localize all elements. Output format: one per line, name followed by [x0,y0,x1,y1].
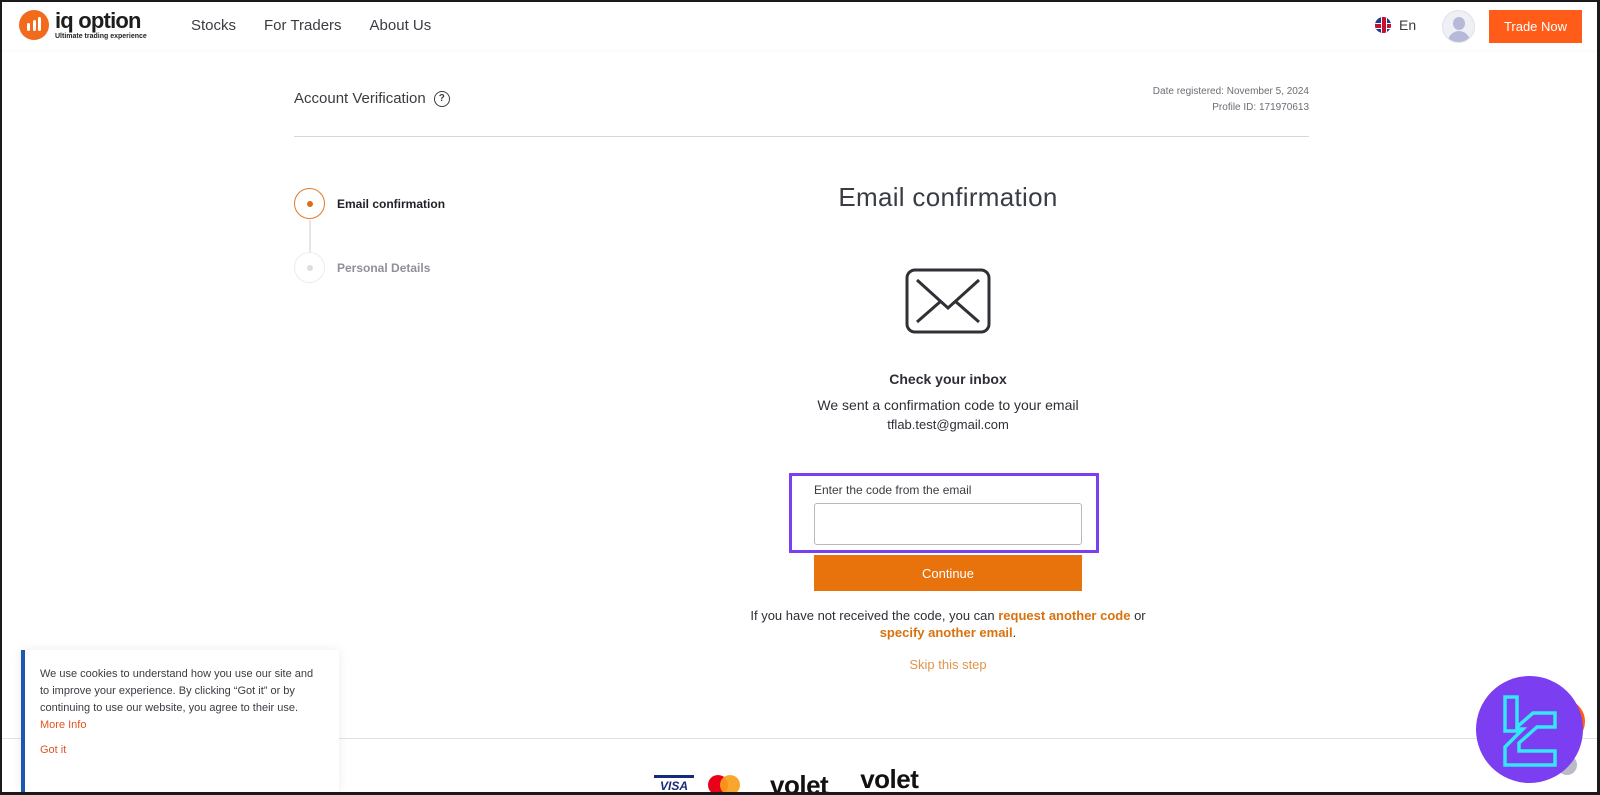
volet-logo: volet [770,770,829,792]
trade-now-button[interactable]: Trade Now [1489,10,1582,43]
mastercard-logo [708,775,740,792]
step-personal-details: Personal Details [294,252,430,283]
resend-text-end: . [1012,625,1017,640]
inbox-subtitle: We sent a confirmation code to your emai… [817,397,1079,413]
step-active-icon [294,188,325,219]
specify-another-email-link[interactable]: specify another email [880,625,1013,640]
got-it-button[interactable]: Got it [40,744,66,756]
visa-logo: VISA [654,775,694,792]
nav-for-traders[interactable]: For Traders [264,17,342,34]
help-icon[interactable]: ? [433,90,450,107]
payment-methods: VISA volet volet [654,764,919,792]
cookie-text: We use cookies to understand how you use… [40,666,320,734]
user-avatar-icon[interactable] [1442,10,1475,43]
stepper-connector [309,220,311,253]
confirmation-code-input[interactable] [814,503,1082,545]
resend-text: If you have not received the code, you c… [750,608,999,623]
inbox-title: Check your inbox [889,371,1007,387]
logo-name: iq option [55,8,141,33]
logo-tagline: Ultimate trading experience [55,33,147,40]
nav-about-us[interactable]: About Us [370,17,432,34]
date-registered: Date registered: November 5, 2024 [1152,86,1309,97]
resend-text-or: or [1130,608,1146,623]
code-field-label: Enter the code from the email [814,483,972,497]
iq-option-logo[interactable]: iq option Ultimate trading experience [19,10,147,40]
resend-instructions: If you have not received the code, you c… [702,607,1194,641]
step-inactive-icon [294,252,325,283]
logo-bars-icon [19,10,49,40]
step-email-confirmation: Email confirmation [294,188,445,219]
step-label: Personal Details [337,260,431,275]
main-nav: Stocks For Traders About Us [191,17,431,34]
email-confirmation-panel: Email confirmation Check your inbox We s… [748,182,1148,432]
nav-stocks[interactable]: Stocks [191,17,236,34]
page-title-text: Account Verification [294,90,426,107]
cookie-banner: We use cookies to understand how you use… [21,650,339,792]
page-title: Account Verification ? [294,90,450,107]
top-header: iq option Ultimate trading experience St… [2,2,1597,50]
tradersunion-watermark-icon [1476,676,1583,783]
main-title: Email confirmation [838,182,1058,212]
step-label: Email confirmation [337,196,446,211]
profile-id: Profile ID: 171970613 [1212,102,1309,113]
cookie-message: We use cookies to understand how you use… [40,668,314,714]
browser-page: iq option Ultimate trading experience St… [2,2,1597,792]
volet-logo-2: volet [860,764,919,792]
more-info-link[interactable]: More Info [40,719,86,731]
skip-step-link[interactable]: Skip this step [702,657,1194,672]
header-divider [294,136,1309,137]
continue-button[interactable]: Continue [814,555,1082,591]
user-email: tflab.test@gmail.com [887,417,1009,432]
request-another-code-link[interactable]: request another code [998,608,1130,623]
uk-flag-icon [1375,17,1391,33]
account-meta: Date registered: November 5, 2024 Profil… [1153,84,1309,116]
envelope-icon [905,268,991,334]
language-selector[interactable]: En [1375,17,1416,33]
language-label: En [1399,17,1417,33]
